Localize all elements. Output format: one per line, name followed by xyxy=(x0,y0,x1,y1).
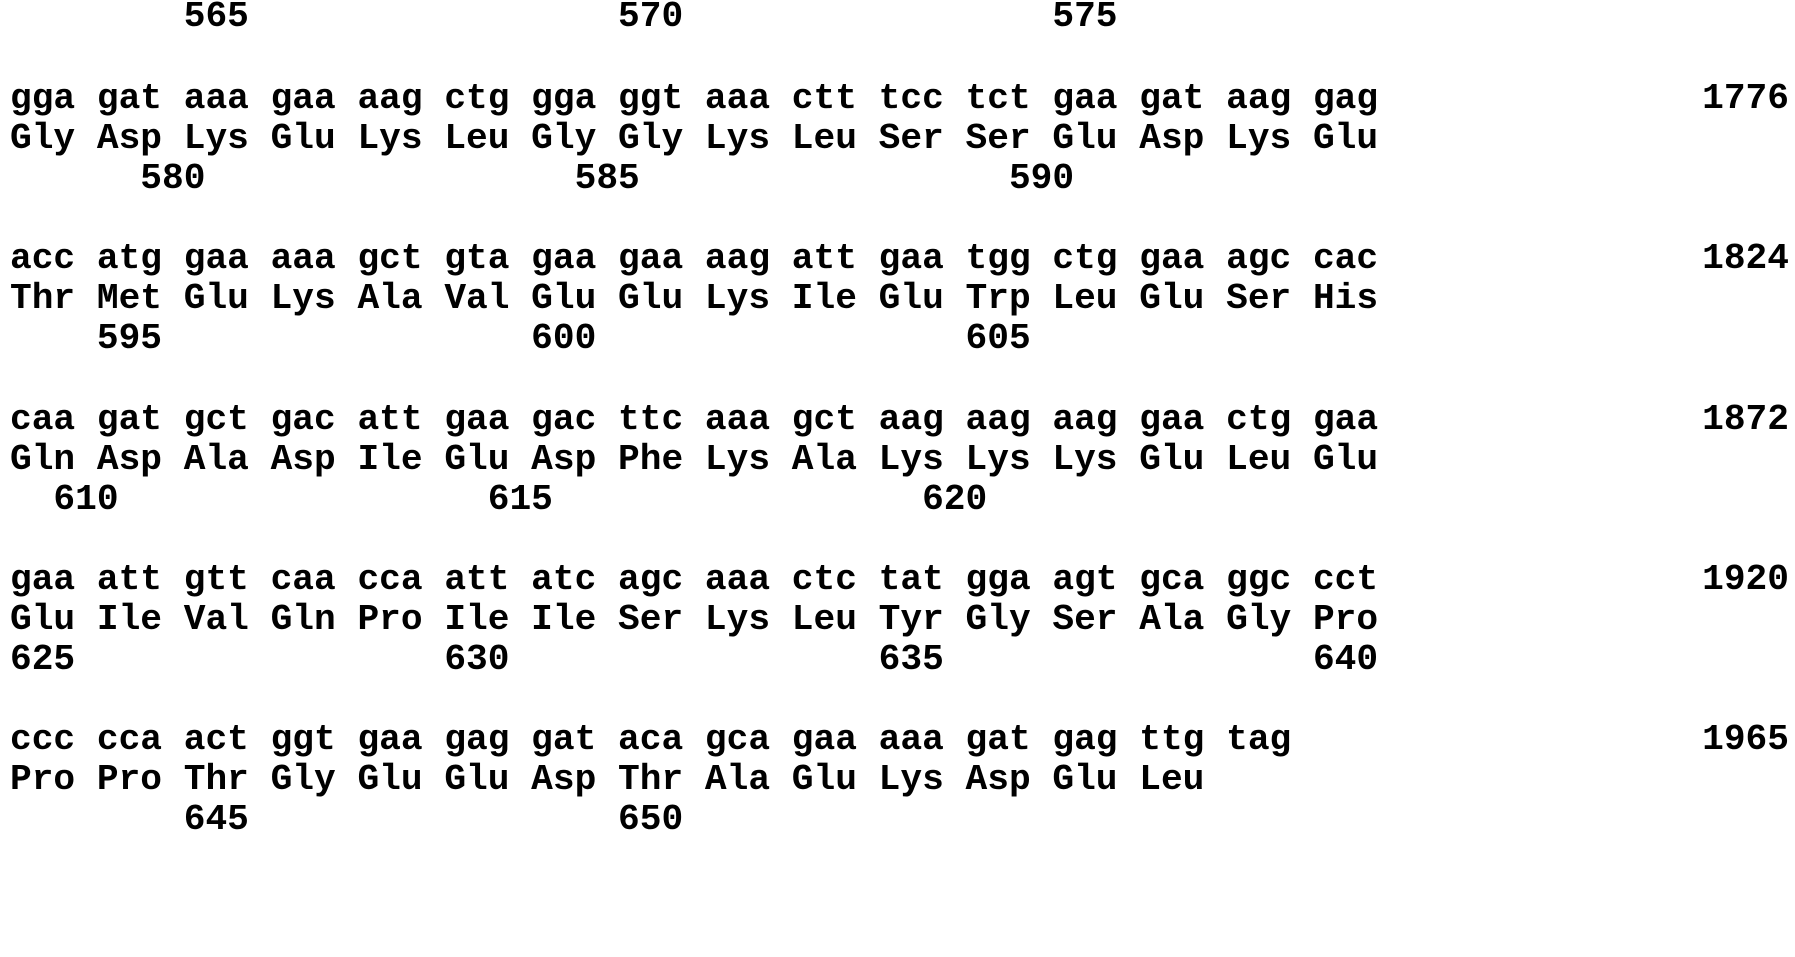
residue-number-line: 610 615 620 xyxy=(10,477,987,523)
nucleotide-position: 1965 xyxy=(1702,717,1789,763)
nucleotide-position: 1824 xyxy=(1702,236,1789,282)
residue-number-line: 645 650 xyxy=(10,797,683,843)
header-residue-numbers: 565 570 575 xyxy=(10,0,1118,40)
residue-number-line: 625 630 635 640 xyxy=(10,637,1378,683)
nucleotide-position: 1872 xyxy=(1702,397,1789,443)
nucleotide-position: 1776 xyxy=(1702,76,1789,122)
nucleotide-position: 1920 xyxy=(1702,557,1789,603)
residue-number-line: 595 600 605 xyxy=(10,316,1031,362)
residue-number-line: 580 585 590 xyxy=(10,156,1074,202)
sequence-listing-page: 565 570 575 gga gat aaa gaa aag ctg gga … xyxy=(0,0,1795,957)
